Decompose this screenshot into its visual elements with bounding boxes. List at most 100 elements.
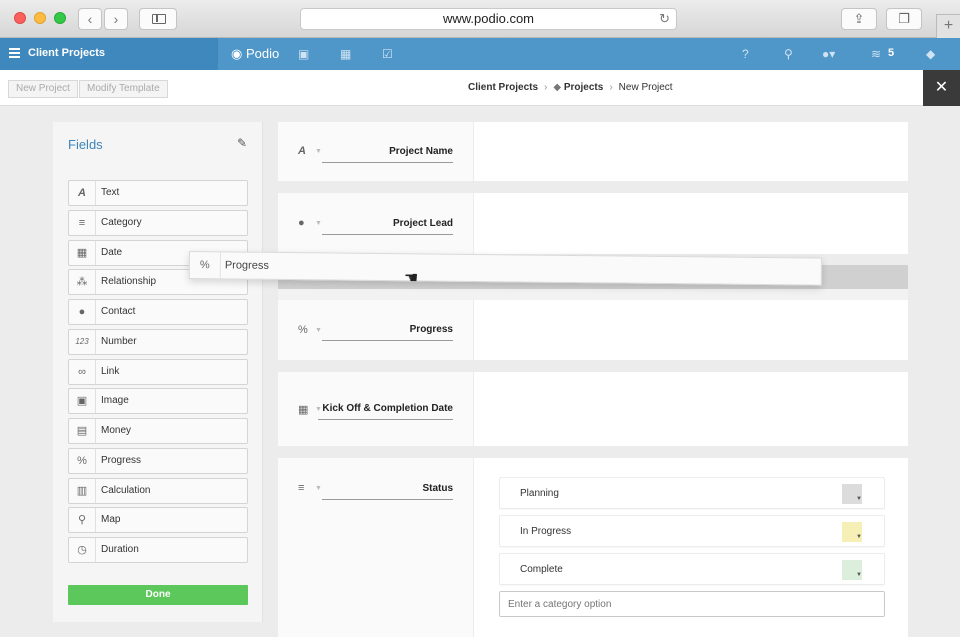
apps-icon[interactable]: ▣ bbox=[298, 47, 309, 61]
fields-title: Fields bbox=[68, 137, 103, 152]
chevron-down-icon[interactable]: ▼ bbox=[315, 220, 322, 227]
field-type-label: Date bbox=[101, 247, 122, 258]
field-type-label: Money bbox=[101, 425, 131, 436]
breadcrumb-app[interactable]: Projects bbox=[564, 82, 603, 93]
breadcrumb-workspace[interactable]: Client Projects bbox=[468, 82, 538, 93]
chevron-down-icon[interactable]: ▼ bbox=[315, 485, 322, 492]
chevron-right-icon: › bbox=[609, 82, 612, 93]
show-tabs-button[interactable]: ❐ bbox=[886, 8, 922, 30]
tasks-icon[interactable]: ☑ bbox=[382, 47, 393, 61]
reload-icon[interactable]: ↻ bbox=[659, 9, 670, 29]
field-type-calculation[interactable]: ▥Calculation bbox=[68, 478, 248, 504]
podio-logo[interactable]: ◉ Podio bbox=[231, 46, 279, 62]
podio-logo-text: Podio bbox=[246, 46, 279, 61]
field-type-label: Map bbox=[101, 514, 120, 525]
category-option[interactable]: Planning ▼ bbox=[499, 477, 885, 509]
wrench-icon[interactable]: ✎ bbox=[237, 136, 247, 150]
field-type-label: Duration bbox=[101, 544, 139, 555]
field-label-input[interactable]: Kick Off & Completion Date bbox=[318, 403, 453, 420]
back-button[interactable]: ‹ bbox=[78, 8, 102, 30]
link-icon: ∞ bbox=[69, 360, 96, 384]
menu-icon[interactable] bbox=[9, 48, 20, 58]
field-type-image[interactable]: ▣Image bbox=[68, 388, 248, 414]
share-button[interactable]: ⇪ bbox=[841, 8, 877, 30]
progress-icon: % bbox=[190, 252, 221, 278]
field-type-text[interactable]: AText bbox=[68, 180, 248, 206]
workspace-switcher[interactable]: Client Projects bbox=[0, 38, 218, 70]
calendar-icon[interactable]: ▦ bbox=[340, 47, 351, 61]
field-type-label: Contact bbox=[101, 306, 135, 317]
form-field-row[interactable]: % ▼ Progress bbox=[278, 300, 908, 360]
activity-icon[interactable]: ≋ bbox=[871, 47, 881, 61]
form-field-row[interactable]: ● ▼ Project Lead bbox=[278, 193, 908, 254]
form-field-row[interactable]: A ▼ Project Name bbox=[278, 122, 908, 181]
category-option-label[interactable]: In Progress bbox=[520, 526, 571, 537]
notifications-count[interactable]: 5 bbox=[888, 47, 894, 59]
relationship-icon: ⁂ bbox=[69, 270, 96, 294]
progress-icon: % bbox=[298, 324, 308, 336]
field-type-progress[interactable]: %Progress bbox=[68, 448, 248, 474]
clock-icon: ◷ bbox=[69, 538, 96, 562]
field-type-money[interactable]: ▤Money bbox=[68, 418, 248, 444]
new-project-button[interactable]: New Project bbox=[8, 80, 78, 98]
field-settings: ≡ ▼ Status bbox=[278, 458, 474, 637]
zoom-window-button[interactable] bbox=[54, 12, 66, 24]
sidebar-toggle-button[interactable] bbox=[139, 8, 177, 30]
help-icon[interactable]: ? bbox=[742, 47, 749, 61]
minimize-window-button[interactable] bbox=[34, 12, 46, 24]
forward-button[interactable]: › bbox=[104, 8, 128, 30]
app-icon: ◆ bbox=[553, 82, 563, 93]
field-label-input[interactable]: Project Name bbox=[322, 146, 453, 163]
text-icon: A bbox=[69, 181, 96, 205]
close-window-button[interactable] bbox=[14, 12, 26, 24]
category-option-label[interactable]: Complete bbox=[520, 564, 563, 575]
field-type-label: Image bbox=[101, 395, 129, 406]
category-option-input[interactable] bbox=[499, 591, 885, 617]
field-type-label: Number bbox=[101, 336, 137, 347]
sub-header: New Project Modify Template Client Proje… bbox=[0, 70, 960, 106]
url-text: www.podio.com bbox=[443, 11, 534, 26]
category-icon: ≡ bbox=[69, 211, 96, 235]
field-label-input[interactable]: Status bbox=[322, 483, 453, 500]
address-bar[interactable]: www.podio.com ↻ bbox=[300, 8, 677, 30]
search-icon[interactable]: ⚲ bbox=[784, 47, 793, 61]
field-type-category[interactable]: ≡ Category bbox=[68, 210, 248, 236]
category-option-label[interactable]: Planning bbox=[520, 488, 559, 499]
new-tab-button[interactable]: + bbox=[936, 14, 960, 38]
contact-icon: ● bbox=[69, 300, 96, 324]
close-button[interactable]: ✕ bbox=[923, 70, 960, 106]
workspace-name[interactable]: Client Projects bbox=[28, 47, 105, 59]
category-option[interactable]: Complete ▼ bbox=[499, 553, 885, 585]
done-button[interactable]: Done bbox=[68, 585, 248, 605]
chevron-down-icon[interactable]: ▼ bbox=[856, 572, 862, 578]
calendar-icon: ▦ bbox=[69, 241, 96, 265]
form-field-row[interactable]: ▦ ▼ Kick Off & Completion Date bbox=[278, 372, 908, 446]
browser-toolbar: ‹ › www.podio.com ↻ ⇪ ❐ + bbox=[0, 0, 960, 38]
field-type-link[interactable]: ∞Link bbox=[68, 359, 248, 385]
category-option[interactable]: In Progress ▼ bbox=[499, 515, 885, 547]
field-type-number[interactable]: 123 Number bbox=[68, 329, 248, 355]
calendar-icon: ▦ bbox=[298, 403, 308, 416]
number-icon: 123 bbox=[69, 330, 96, 354]
field-type-map[interactable]: ⚲Map bbox=[68, 507, 248, 533]
field-label-input[interactable]: Progress bbox=[322, 324, 453, 341]
chevron-down-icon[interactable]: ▼ bbox=[856, 496, 862, 502]
field-settings: ▦ ▼ Kick Off & Completion Date bbox=[278, 372, 474, 446]
field-settings: A ▼ Project Name bbox=[278, 122, 474, 181]
contacts-icon[interactable]: ●▾ bbox=[822, 47, 835, 61]
modify-template-button[interactable]: Modify Template bbox=[79, 80, 168, 98]
field-type-label: Progress bbox=[101, 455, 141, 466]
field-label-input[interactable]: Project Lead bbox=[322, 218, 453, 235]
chevron-down-icon[interactable]: ▼ bbox=[315, 148, 322, 155]
breadcrumb-current: New Project bbox=[619, 82, 673, 93]
chat-icon[interactable]: ◆ bbox=[926, 47, 935, 61]
field-settings: % ▼ Progress bbox=[278, 300, 474, 360]
field-type-contact[interactable]: ● Contact bbox=[68, 299, 248, 325]
field-settings: ● ▼ Project Lead bbox=[278, 193, 474, 254]
contact-icon: ● bbox=[298, 217, 305, 229]
chevron-down-icon[interactable]: ▼ bbox=[856, 534, 862, 540]
drop-ghost-row bbox=[278, 289, 908, 300]
field-type-label: Category bbox=[101, 217, 142, 228]
field-type-duration[interactable]: ◷ Duration bbox=[68, 537, 248, 563]
chevron-down-icon[interactable]: ▼ bbox=[315, 327, 322, 334]
